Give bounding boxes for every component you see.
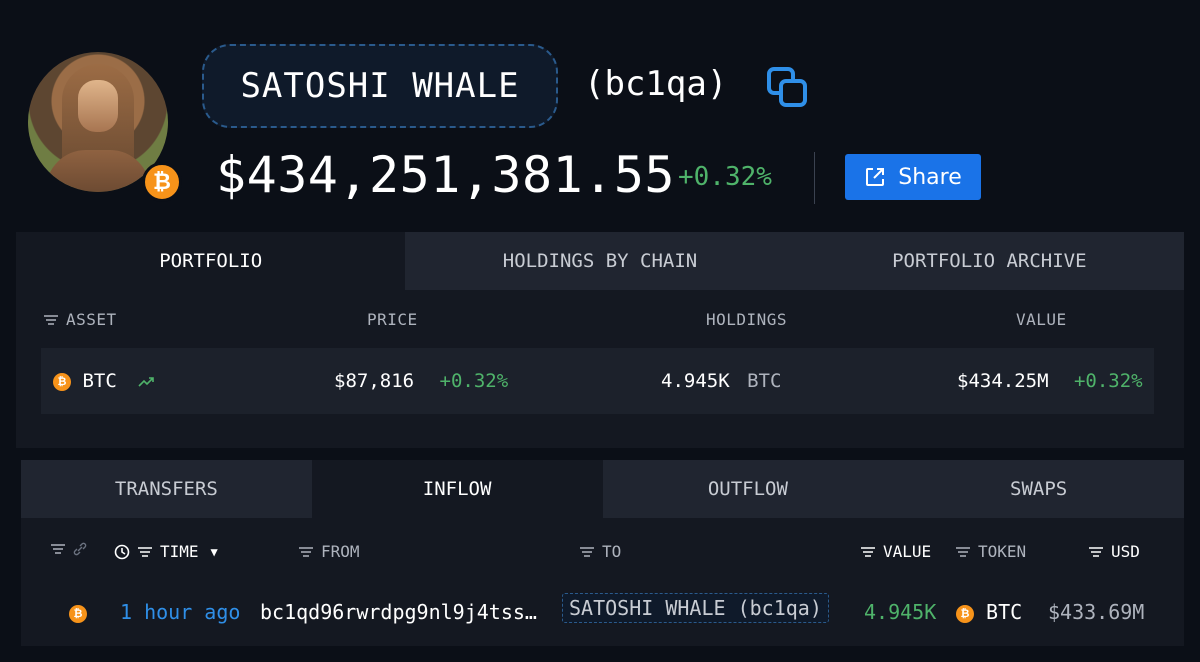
transfer-token-symbol: BTC <box>986 600 1023 624</box>
column-time[interactable]: TIME ▼ <box>114 542 218 561</box>
filter-icon <box>299 546 313 557</box>
profile-avatar-wrap: ₿ <box>28 52 182 202</box>
transfer-value: 4.945K <box>864 600 937 624</box>
column-value-label: VALUE <box>1016 310 1067 329</box>
chain-cell: ₿ <box>69 600 87 624</box>
entity-address: (bc1qa) <box>584 64 728 104</box>
copy-icon[interactable] <box>766 66 808 108</box>
column-price[interactable]: PRICE <box>367 310 418 329</box>
entity-name-pill[interactable]: SATOSHI WHALE <box>202 44 558 128</box>
tab-inflow[interactable]: INFLOW <box>311 460 603 518</box>
tab-outflow[interactable]: OUTFLOW <box>602 460 894 518</box>
column-holdings-label: HOLDINGS <box>706 310 788 329</box>
filter-icon <box>1089 546 1103 557</box>
row-controls-header[interactable] <box>51 542 87 556</box>
transfer-tabs: TRANSFERS INFLOW OUTFLOW SWAPS <box>21 460 1184 518</box>
asset-symbol: BTC <box>82 370 117 392</box>
portfolio-panel: PORTFOLIO HOLDINGS BY CHAIN PORTFOLIO AR… <box>16 232 1184 448</box>
asset-cell[interactable]: ₿ BTC <box>53 370 156 392</box>
column-usd-label: USD <box>1111 542 1140 561</box>
value-change: +0.32% <box>1073 370 1143 392</box>
balance-change: +0.32% <box>678 162 772 192</box>
transfers-panel: TRANSFERS INFLOW OUTFLOW SWAPS TIME ▼ FR… <box>21 460 1184 646</box>
price-change: +0.32% <box>439 370 509 392</box>
portfolio-tabs: PORTFOLIO HOLDINGS BY CHAIN PORTFOLIO AR… <box>16 232 1184 290</box>
price-cell: $87,816 +0.32% <box>334 370 508 392</box>
filter-icon <box>956 546 970 557</box>
column-time-label: TIME <box>160 542 199 561</box>
column-value[interactable]: VALUE <box>1016 310 1067 329</box>
column-value[interactable]: VALUE <box>861 542 931 561</box>
column-to-label: TO <box>602 542 622 561</box>
column-token-label: TOKEN <box>978 542 1027 561</box>
column-asset[interactable]: ASSET <box>44 310 117 329</box>
filter-icon <box>861 546 875 557</box>
sort-down-icon: ▼ <box>210 544 218 559</box>
transfer-to-label: SATOSHI WHALE (bc1qa) <box>562 593 829 623</box>
tab-holdings-by-chain[interactable]: HOLDINGS BY CHAIN <box>405 232 795 290</box>
asset-value: $434.25M <box>957 370 1049 392</box>
header-divider <box>814 152 815 204</box>
bitcoin-icon: ₿ <box>69 604 87 623</box>
clock-icon <box>114 544 130 559</box>
portfolio-row-btc[interactable]: ₿ BTC $87,816 +0.32% 4.945K BTC $434.25M… <box>41 348 1154 414</box>
column-holdings[interactable]: HOLDINGS <box>706 310 787 329</box>
share-button[interactable]: Share <box>845 154 981 200</box>
holdings-amount: 4.945K <box>661 370 730 392</box>
tab-transfers[interactable]: TRANSFERS <box>21 460 312 518</box>
transfer-to[interactable]: SATOSHI WHALE (bc1qa) <box>562 593 829 623</box>
tab-portfolio-archive[interactable]: PORTFOLIO ARCHIVE <box>794 232 1184 290</box>
column-token[interactable]: TOKEN <box>956 542 1026 561</box>
tab-portfolio[interactable]: PORTFOLIO <box>16 232 406 290</box>
share-label: Share <box>898 164 962 190</box>
transfer-from[interactable]: bc1qd96rwrdpg9nl9j4tss… <box>260 600 537 624</box>
tab-swaps[interactable]: SWAPS <box>893 460 1184 518</box>
column-price-label: PRICE <box>367 310 418 329</box>
portfolio-balance: $434,251,381.55 <box>216 146 676 204</box>
filter-icon <box>580 546 594 557</box>
transfer-token[interactable]: ₿ BTC <box>956 600 1022 624</box>
holdings-unit: BTC <box>747 370 782 392</box>
bitcoin-badge-icon: ₿ <box>142 162 182 202</box>
link-icon <box>73 542 87 556</box>
trend-up-icon <box>138 376 155 387</box>
asset-price: $87,816 <box>334 370 415 392</box>
external-share-icon <box>866 168 885 186</box>
column-asset-label: ASSET <box>66 310 117 329</box>
column-from[interactable]: FROM <box>299 542 360 561</box>
bitcoin-icon: ₿ <box>956 604 974 623</box>
transfer-time[interactable]: 1 hour ago <box>120 600 240 624</box>
column-from-label: FROM <box>321 542 360 561</box>
filter-icon <box>44 314 58 325</box>
filter-icon <box>138 546 152 557</box>
filter-icon <box>51 544 65 554</box>
column-to[interactable]: TO <box>580 542 621 561</box>
value-cell: $434.25M +0.32% <box>957 370 1143 392</box>
bitcoin-icon: ₿ <box>53 372 71 391</box>
transfer-usd: $433.69M <box>1048 600 1145 624</box>
column-value-label: VALUE <box>883 542 932 561</box>
column-usd[interactable]: USD <box>1089 542 1140 561</box>
holdings-cell: 4.945K BTC <box>661 370 781 392</box>
